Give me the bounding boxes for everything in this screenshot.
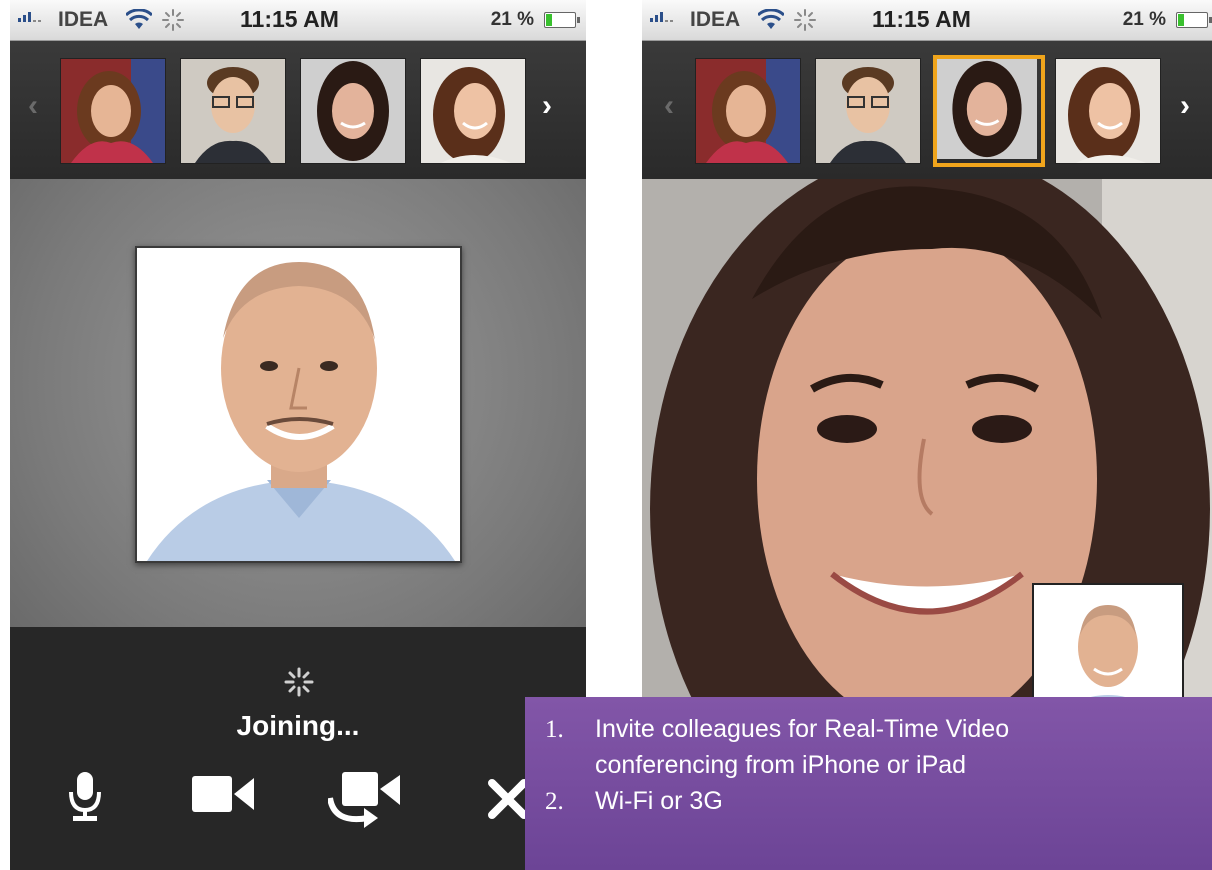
chevron-right-icon[interactable]: › [1180,91,1190,121]
participant-thumb-woman-scarf[interactable] [60,58,166,164]
participant-strip: ‹ › [642,41,1212,179]
contact-photo [135,246,462,563]
participant-strip: ‹ › [10,41,586,179]
battery-percent: 21 % [1122,9,1166,30]
carrier-name: IDEA [58,8,109,31]
status-bar: IDEA 11:15 AM 21 % [642,0,1212,41]
feature-number: 2. [545,788,564,815]
feature-text: Invite colleagues for Real-Time Video [595,715,1010,743]
participant-thumb-man-glasses[interactable] [180,58,286,164]
battery-percent: 21 % [490,9,534,30]
video-camera-icon[interactable] [192,772,254,816]
feature-caption: 1. Invite colleagues for Real-Time Video… [525,697,1212,870]
participant-thumb-woman-dark-hair[interactable] [300,58,406,164]
joining-stage [10,179,586,627]
participant-thumb-man-glasses[interactable] [815,58,921,164]
phone-screen-joining: IDEA 11:15 AM 21 % ‹ › Joining... [10,0,586,870]
participant-thumb-woman-dark-hair-selected[interactable] [933,55,1045,167]
activity-spinner-icon [794,9,816,31]
joining-status: Joining... [236,710,360,741]
participant-thumb-woman-smiling[interactable] [1055,58,1161,164]
call-controls: Joining... [10,627,586,870]
chevron-left-icon[interactable]: ‹ [28,91,38,121]
loading-spinner-icon [284,667,314,697]
carrier-name: IDEA [690,8,741,31]
battery-icon [544,12,580,28]
clock: 11:15 AM [872,6,971,32]
activity-spinner-icon [162,9,184,31]
participant-thumb-woman-scarf[interactable] [695,58,801,164]
wifi-icon [758,9,784,29]
status-bar: IDEA 11:15 AM 21 % [10,0,586,41]
clock: 11:15 AM [240,6,339,32]
feature-text: Wi-Fi or 3G [595,787,723,815]
wifi-icon [126,9,152,29]
battery-icon [1176,12,1212,28]
feature-text-continued: conferencing from iPhone or iPad [595,751,967,779]
chevron-right-icon[interactable]: › [542,91,552,121]
switch-camera-icon[interactable] [328,772,400,828]
participant-thumb-woman-smiling[interactable] [420,58,526,164]
close-icon[interactable] [488,779,528,819]
feature-number: 1. [545,716,564,743]
chevron-left-icon[interactable]: ‹ [664,91,674,121]
mic-icon[interactable] [68,772,102,822]
